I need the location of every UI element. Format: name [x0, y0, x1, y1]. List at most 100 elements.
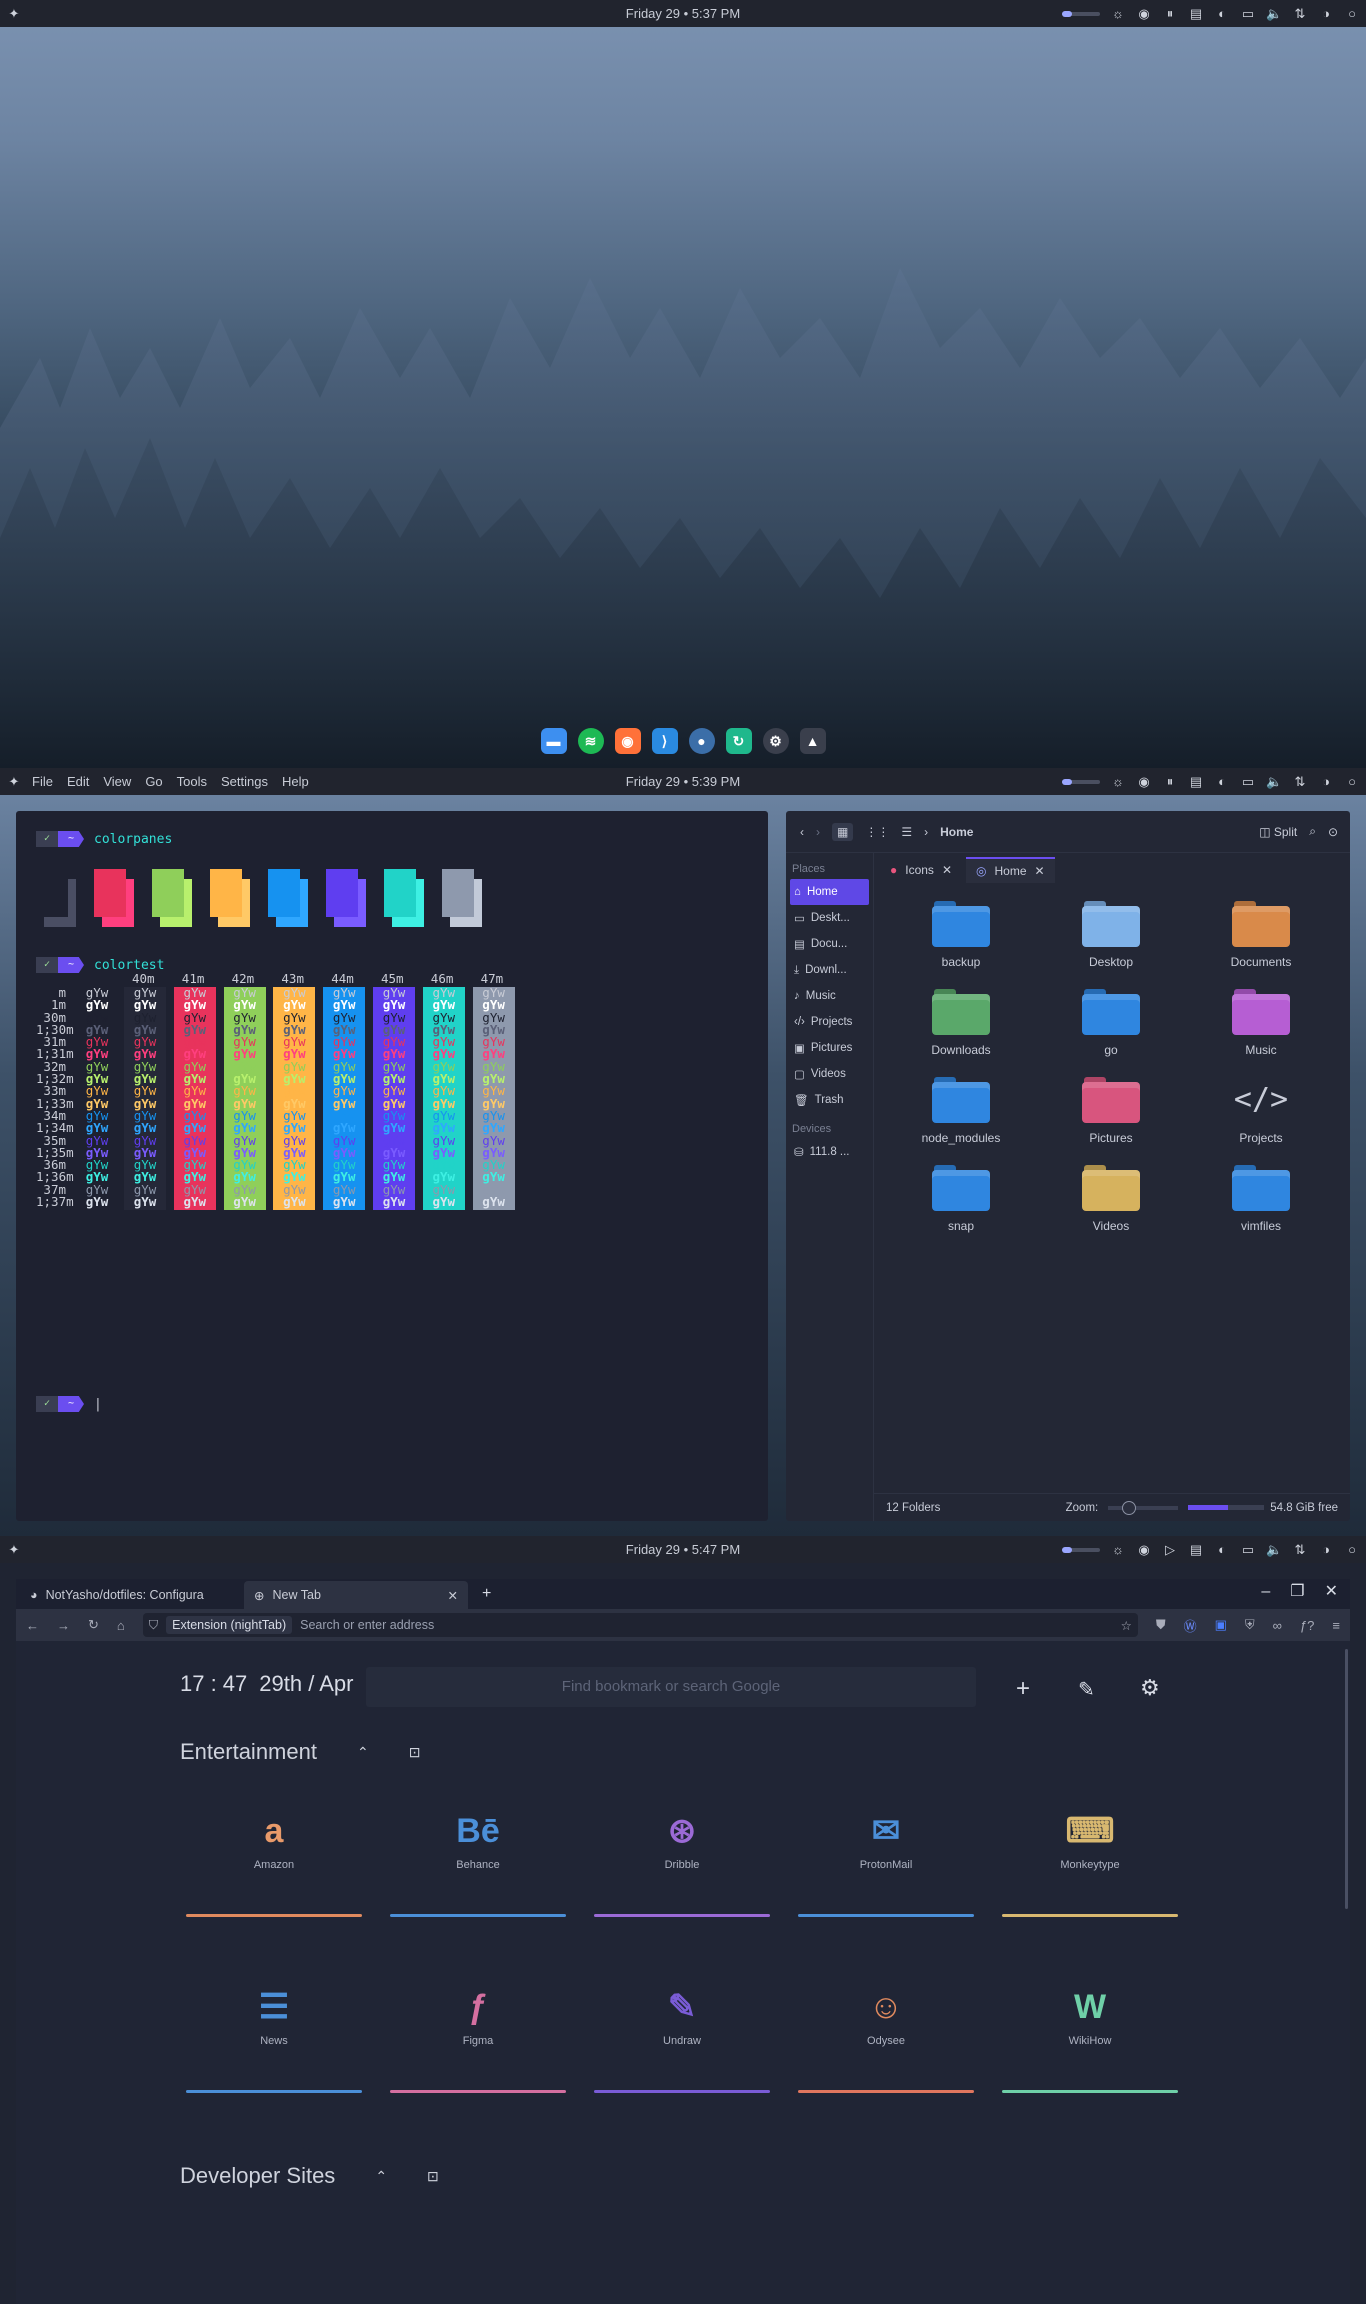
sidebar-item-6[interactable]: ▣ Pictures [786, 1035, 873, 1061]
bookmark-odysee[interactable]: ☺ Odysee [798, 1965, 974, 2093]
vscode-icon[interactable]: ⟩ [651, 728, 678, 754]
folder-downloads[interactable]: Downloads [886, 989, 1036, 1057]
spotify-icon[interactable]: ≋ [577, 728, 604, 754]
volume-icon[interactable]: 🔈 [1266, 6, 1282, 22]
home-icon[interactable]: ⌂ [117, 1618, 125, 1633]
media-play-icon[interactable]: ▷ [1162, 1542, 1178, 1558]
menu-icon[interactable]: ≡ [1332, 1618, 1340, 1633]
power-icon[interactable]: ○ [1344, 6, 1360, 21]
pocket-icon[interactable]: ⛊ [1156, 1617, 1166, 1633]
display-icon[interactable]: ▭ [1240, 6, 1256, 22]
clipboard-icon[interactable]: ▤ [1188, 1542, 1204, 1558]
menu-icon[interactable]: ⊙ [1328, 825, 1338, 839]
bitwarden-icon[interactable]: ▣ [1215, 1617, 1227, 1633]
minimize-icon[interactable]: – [1261, 1583, 1270, 1601]
close-tab-icon[interactable]: ✕ [448, 1588, 458, 1603]
icons-view-icon[interactable]: ▦ [832, 822, 854, 841]
fm-tab-home[interactable]: ◎ Home ✕ [966, 857, 1055, 883]
clipboard-icon[interactable]: ▤ [1188, 774, 1204, 790]
bookmark-wikihow[interactable]: W WikiHow [1002, 1965, 1178, 2093]
app-launcher-icon[interactable]: ✦ [0, 0, 28, 27]
address-placeholder[interactable]: Search or enter address [300, 1618, 1112, 1632]
app-launcher-icon[interactable]: ✦ [0, 1536, 28, 1563]
tab-new-tab[interactable]: ⊕ New Tab ✕ [244, 1581, 468, 1609]
close-icon[interactable]: ✕ [1035, 864, 1045, 878]
menu-file[interactable]: File [32, 774, 53, 789]
weather-icon[interactable]: ☼ [1110, 6, 1126, 21]
bookmark-dribble[interactable]: ⊛ Dribble [594, 1789, 770, 1917]
new-tab-button[interactable]: + [482, 1585, 491, 1603]
bookmark-search-input[interactable]: Find bookmark or search Google [366, 1667, 976, 1707]
display-icon[interactable]: ▭ [1240, 1542, 1256, 1558]
media-pause-icon[interactable]: ⏸ [1162, 6, 1178, 22]
zoom-slider[interactable] [1108, 1500, 1179, 1515]
notifications-icon[interactable]: ◐ [1214, 774, 1230, 789]
folder-projects[interactable]: </> Projects [1186, 1077, 1336, 1145]
sidebar-item-8[interactable]: 🗑 Trash [786, 1087, 873, 1113]
shield-icon[interactable]: ⛉ [149, 1618, 158, 1633]
function-icon[interactable]: ƒ? [1300, 1618, 1314, 1633]
spotify-icon[interactable]: ◉ [1136, 6, 1152, 22]
display-icon[interactable]: ▭ [1240, 774, 1256, 790]
folder-music[interactable]: Music [1186, 989, 1336, 1057]
collapse-icon[interactable]: ⌃ [375, 2168, 387, 2185]
power-icon[interactable]: ○ [1344, 1542, 1360, 1557]
sidebar-item-1[interactable]: ▭ Deskt... [786, 905, 873, 931]
folder-desktop[interactable]: Desktop [1036, 901, 1186, 969]
collapse-icon[interactable]: ⌃ [357, 1744, 369, 1761]
forward-icon[interactable]: › [816, 825, 820, 839]
brightness-slider[interactable] [1062, 778, 1100, 785]
forward-icon[interactable]: → [57, 1618, 70, 1633]
extension-badge[interactable]: Extension (nightTab) [166, 1616, 293, 1634]
settings-icon[interactable]: ⚙ [1140, 1675, 1160, 1701]
menu-go[interactable]: Go [145, 774, 162, 789]
sync-icon[interactable]: ↻ [725, 728, 752, 754]
compact-view-icon[interactable]: ⋮⋮ [865, 825, 889, 839]
notifications-icon[interactable]: ◐ [1214, 1542, 1230, 1557]
sidebar-item-4[interactable]: ♪ Music [786, 983, 873, 1009]
sidebar-item-5[interactable]: ‹/› Projects [786, 1009, 873, 1035]
bookmark-news[interactable]: ☰ News [186, 1965, 362, 2093]
menu-help[interactable]: Help [282, 774, 309, 789]
sidebar-item-7[interactable]: ▢ Videos [786, 1061, 873, 1087]
menu-edit[interactable]: Edit [67, 774, 89, 789]
details-view-icon[interactable]: ☰ [901, 825, 912, 839]
steam-icon[interactable]: ● [688, 728, 715, 754]
folder-videos[interactable]: Videos [1036, 1165, 1186, 1233]
folder-pictures[interactable]: Pictures [1036, 1077, 1186, 1145]
clipboard-icon[interactable]: ▤ [1188, 6, 1204, 22]
network-icon[interactable]: ⇅ [1292, 6, 1308, 22]
back-icon[interactable]: ‹ [800, 825, 804, 839]
reload-icon[interactable]: ↻ [88, 1617, 99, 1633]
folder-vimfiles[interactable]: vimfiles [1186, 1165, 1336, 1233]
firefox-icon[interactable]: ◉ [614, 728, 641, 754]
breadcrumb-home[interactable]: Home [940, 825, 973, 839]
open-all-icon[interactable]: ⊡ [409, 1744, 421, 1761]
search-icon[interactable]: ⌕ [1309, 824, 1316, 839]
night-light-icon[interactable]: ◑ [1318, 1542, 1334, 1557]
menu-view[interactable]: View [103, 774, 131, 789]
network-icon[interactable]: ⇅ [1292, 1542, 1308, 1558]
back-icon[interactable]: ← [26, 1618, 39, 1633]
maximize-icon[interactable]: ❐ [1290, 1581, 1304, 1601]
notifications-icon[interactable]: ◐ [1214, 6, 1230, 21]
edit-icon[interactable]: ✎ [1078, 1677, 1095, 1702]
app-launcher-icon[interactable]: ✦ [0, 768, 28, 795]
bookmark-amazon[interactable]: a Amazon [186, 1789, 362, 1917]
sidebar-item-2[interactable]: ▤ Docu... [786, 931, 873, 957]
bookmark-monkeytype[interactable]: ⌨ Monkeytype [1002, 1789, 1178, 1917]
sidebar-item-0[interactable]: ⌂ Home [790, 879, 869, 905]
privacy-badger-icon[interactable]: ⛨ [1245, 1617, 1255, 1633]
bookmark-undraw[interactable]: ✎ Undraw [594, 1965, 770, 2093]
bookmark-behance[interactable]: Bē Behance [390, 1789, 566, 1917]
inkscape-icon[interactable]: ▲ [799, 728, 826, 754]
split-button[interactable]: ◫ Split [1259, 825, 1297, 839]
spotify-icon[interactable]: ◉ [1136, 774, 1152, 790]
sidebar-item-3[interactable]: ⤓ Downl... [786, 957, 873, 983]
menu-settings[interactable]: Settings [221, 774, 268, 789]
folder-go[interactable]: go [1036, 989, 1186, 1057]
tab-github[interactable]: ◕ NotYasho/dotfiles: Configura [20, 1581, 244, 1609]
night-light-icon[interactable]: ◑ [1318, 6, 1334, 21]
bookmark-star-icon[interactable]: ☆ [1121, 1618, 1132, 1633]
weather-icon[interactable]: ☼ [1110, 774, 1126, 789]
